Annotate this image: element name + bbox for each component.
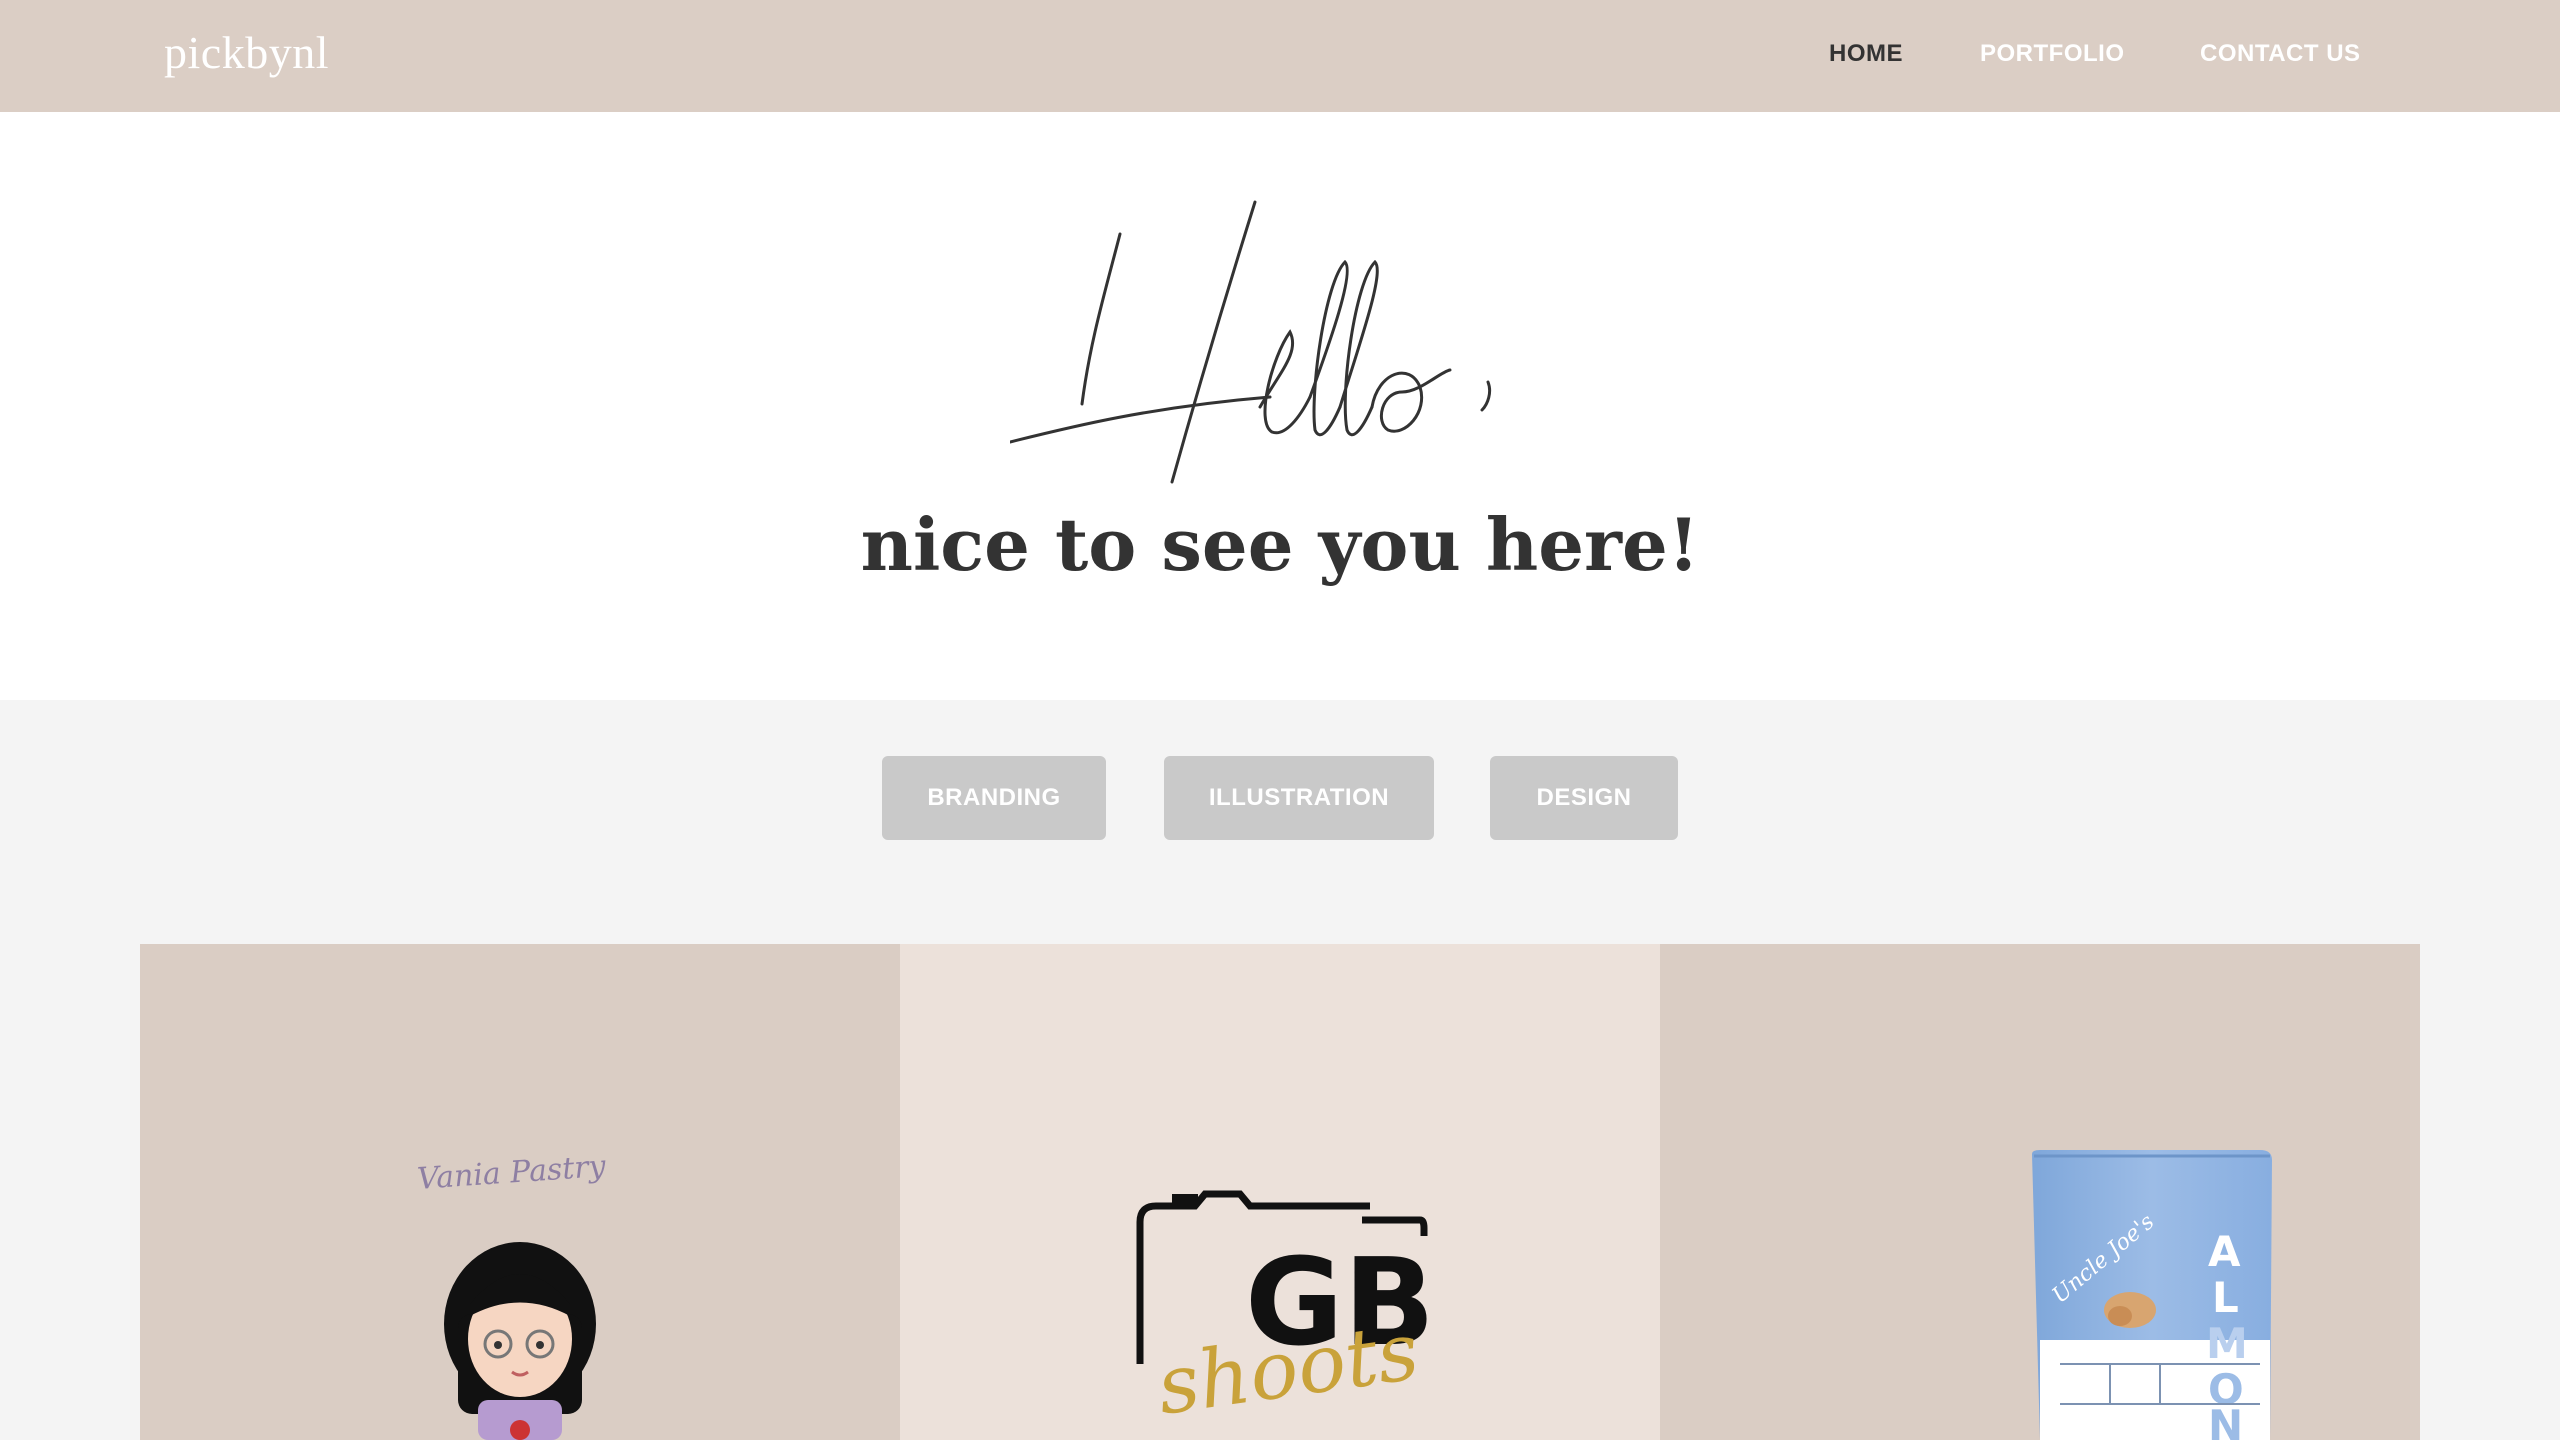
top-navbar: pickbynl HOME PORTFOLIO CONTACT US	[0, 0, 2560, 112]
svg-text:Vania Pastry: Vania Pastry	[416, 1149, 608, 1197]
hello-script-graphic	[1010, 200, 1492, 484]
vania-pastry-logo: Vania Pastry	[416, 1149, 608, 1440]
brand-logo[interactable]: pickbynl	[164, 26, 329, 79]
filter-design-button[interactable]: DESIGN	[1490, 756, 1678, 840]
portfolio-tile-gb-shoots[interactable]: GB shoots	[900, 944, 1660, 1440]
filter-illustration-button[interactable]: ILLUSTRATION	[1164, 756, 1434, 840]
portfolio-filter-bar: BRANDING ILLUSTRATION DESIGN	[0, 700, 2560, 944]
nav-contact-link[interactable]: CONTACT US	[2200, 40, 2361, 68]
svg-text:A: A	[2208, 1227, 2241, 1276]
portfolio-tile-almond-pack[interactable]: A L M O N Uncle Joe's	[1660, 944, 2420, 1440]
nav-portfolio-link[interactable]: PORTFOLIO	[1980, 40, 2125, 68]
portfolio-tile-vania-pastry[interactable]: Vania Pastry	[140, 944, 900, 1440]
gb-shoots-logo: GB shoots	[1136, 1190, 1435, 1433]
portfolio-grid: Vania Pastry GB shoots A L M O N Uncle J…	[140, 944, 2420, 1440]
svg-text:N: N	[2208, 1401, 2243, 1440]
almond-pack-mockup: A L M O N Uncle Joe's	[2032, 1150, 2272, 1440]
filter-branding-button[interactable]: BRANDING	[882, 756, 1106, 840]
nav-home-link[interactable]: HOME	[1829, 40, 1903, 68]
svg-text:M: M	[2206, 1319, 2248, 1368]
svg-text:L: L	[2212, 1273, 2239, 1322]
hero-section: nice to see you here!	[0, 112, 2560, 700]
hero-subtitle: nice to see you here!	[860, 502, 1700, 587]
svg-text:shoots: shoots	[1152, 1304, 1425, 1433]
